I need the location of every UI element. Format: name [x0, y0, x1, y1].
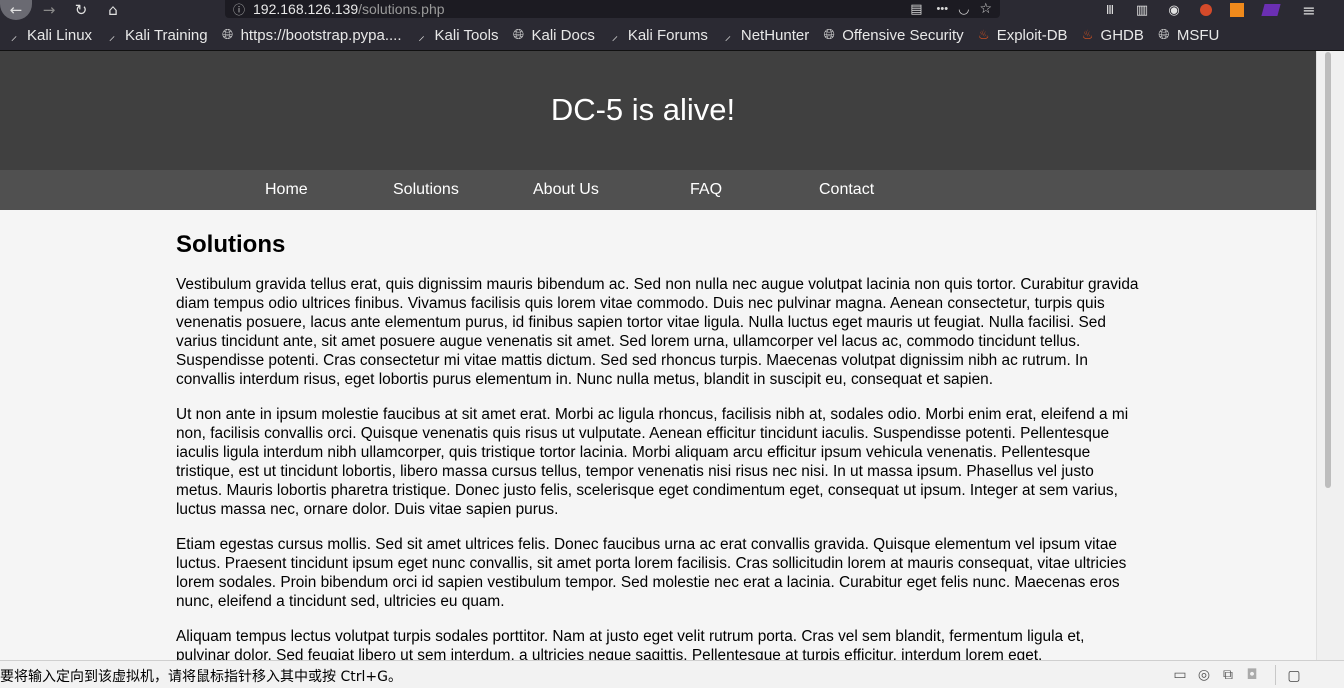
dragon-icon: ⸝	[611, 29, 619, 44]
nav-contact[interactable]: Contact	[819, 170, 874, 210]
library-icon: Ⅲ	[1105, 3, 1115, 17]
nav-solutions[interactable]: Solutions	[393, 170, 459, 210]
home-button[interactable]: ⌂	[102, 0, 124, 20]
status-divider	[1275, 665, 1276, 685]
dragon-icon: ⸝	[10, 29, 18, 44]
back-arrow-icon: ←	[9, 1, 23, 19]
bookmark-bootstrap-pypa[interactable]: 🌐︎ https://bootstrap.pypa....	[220, 27, 402, 44]
bookmark-kali-docs[interactable]: 🌐︎ Kali Docs	[510, 26, 595, 44]
globe-icon: 🌐︎	[221, 27, 234, 43]
globe-icon: 🌐︎	[512, 27, 525, 43]
dragon-icon: ⸝	[108, 29, 116, 44]
dragon-icon: ⸝	[724, 29, 732, 44]
reload-button[interactable]: ↻	[70, 0, 92, 20]
bookmark-label: Kali Tools	[434, 26, 499, 44]
web-page: DC-5 is alive! Home Solutions About Us F…	[0, 51, 1316, 660]
nav-about-us[interactable]: About Us	[533, 170, 599, 210]
hard-disk-icon[interactable]: ▭	[1170, 665, 1190, 685]
extension-button-3[interactable]	[1260, 0, 1282, 20]
reload-icon: ↻	[74, 1, 88, 19]
fire-icon: ♨	[1081, 27, 1094, 43]
extension-button-1[interactable]	[1197, 0, 1215, 20]
globe-icon: 🌐︎	[1158, 27, 1170, 43]
extension-button-2[interactable]	[1228, 0, 1246, 20]
extension-orange-icon	[1230, 3, 1244, 17]
main-content: Solutions Vestibulum gravida tellus erat…	[176, 210, 1141, 660]
vm-status-message: 要将输入定向到该虚拟机，请将鼠标指针移入其中或按 Ctrl+G。	[0, 669, 402, 685]
site-header: DC-5 is alive!	[0, 51, 1316, 170]
browser-toolbar: ← → ↻ ⌂ ⓘ 192.168.126.139/solutions.php …	[0, 0, 1344, 20]
pocket-icon[interactable]: ◡	[958, 2, 969, 17]
bookmarks-bar: ⸝ Kali Linux ⸝ Kali Training 🌐︎ https://boo…	[0, 20, 1344, 51]
bookmark-label: Exploit-DB	[996, 26, 1068, 44]
nav-home[interactable]: Home	[265, 170, 308, 210]
notes-icon[interactable]: ▢	[1284, 665, 1304, 685]
forward-button[interactable]: →	[38, 0, 60, 20]
bookmark-ghdb[interactable]: ♨ GHDB	[1080, 27, 1144, 44]
bookmark-label: NetHunter	[740, 26, 810, 44]
site-title: DC-5 is alive!	[550, 91, 736, 127]
bookmark-label: Kali Linux	[27, 26, 93, 44]
bookmark-exploit-db[interactable]: ♨ Exploit-DB	[976, 27, 1068, 44]
cd-drive-icon[interactable]: ◎	[1194, 665, 1214, 685]
dragon-icon: ⸝	[418, 29, 425, 44]
site-nav: Home Solutions About Us FAQ Contact	[0, 170, 1316, 210]
bookmark-label: https://bootstrap.pypa....	[240, 26, 402, 44]
bookmark-label: Kali Forums	[627, 26, 708, 44]
url-bar[interactable]: ⓘ 192.168.126.139/solutions.php ▤ ••• ◡ …	[225, 0, 1000, 18]
bookmark-offensive-security[interactable]: 🌐︎ Offensive Security	[821, 26, 964, 44]
bookmark-kali-linux[interactable]: ⸝ Kali Linux	[6, 26, 93, 45]
bookmark-kali-tools[interactable]: ⸝ Kali Tools	[414, 26, 499, 45]
extension-purple-icon	[1261, 4, 1281, 16]
nav-faq[interactable]: FAQ	[690, 170, 722, 210]
bookmark-label: Kali Docs	[531, 26, 595, 44]
hamburger-menu-icon: ≡	[1302, 0, 1316, 20]
back-button[interactable]: ←	[0, 0, 32, 20]
network-icon[interactable]: ⧉	[1218, 665, 1238, 685]
bookmark-label: Kali Training	[125, 26, 208, 44]
menu-button[interactable]: ≡	[1298, 0, 1320, 20]
bookmark-msfu[interactable]: 🌐︎ MSFU	[1156, 26, 1220, 44]
scrollbar-thumb[interactable]	[1325, 52, 1331, 488]
paragraph: Aliquam tempus lectus volutpat turpis so…	[176, 628, 1085, 660]
bottom-edge	[0, 688, 1344, 693]
account-button[interactable]: ◉	[1164, 0, 1184, 20]
library-button[interactable]: Ⅲ	[1100, 0, 1120, 20]
fire-icon: ♨	[977, 27, 990, 43]
reader-view-icon[interactable]: ▤	[910, 2, 922, 17]
bookmark-kali-training[interactable]: ⸝ Kali Training	[104, 26, 208, 45]
info-icon: ⓘ	[233, 2, 246, 17]
account-icon: ◉	[1168, 2, 1180, 18]
url-path: /solutions.php	[358, 1, 445, 17]
bookmark-label: MSFU	[1176, 26, 1220, 44]
paragraph: Vestibulum gravida tellus erat, quis dig…	[176, 276, 1139, 388]
page-actions-icon[interactable]: •••	[937, 3, 949, 15]
paragraph: Etiam egestas cursus mollis. Sed sit ame…	[176, 536, 1127, 610]
home-icon: ⌂	[108, 1, 118, 19]
globe-icon: 🌐︎	[823, 27, 835, 43]
page-heading: Solutions	[176, 231, 286, 258]
camera-icon[interactable]: ◘	[1242, 665, 1262, 685]
bookmark-star-icon[interactable]: ☆	[979, 1, 992, 17]
extension-red-icon	[1200, 4, 1212, 16]
bookmark-label: GHDB	[1100, 26, 1144, 44]
sidebar-icon: ▥	[1135, 2, 1149, 18]
bookmark-nethunter[interactable]: ⸝ NetHunter	[720, 26, 810, 45]
url-host: 192.168.126.139	[253, 1, 359, 17]
sidebar-button[interactable]: ▥	[1132, 0, 1152, 20]
vm-status-bar: 要将输入定向到该虚拟机，请将鼠标指针移入其中或按 Ctrl+G。 ▭ ◎ ⧉ ◘…	[0, 660, 1344, 689]
bookmark-label: Offensive Security	[842, 26, 964, 44]
forward-arrow-icon: →	[42, 1, 56, 19]
bookmark-kali-forums[interactable]: ⸝ Kali Forums	[607, 26, 708, 45]
paragraph: Ut non ante in ipsum molestie faucibus a…	[176, 406, 1129, 518]
